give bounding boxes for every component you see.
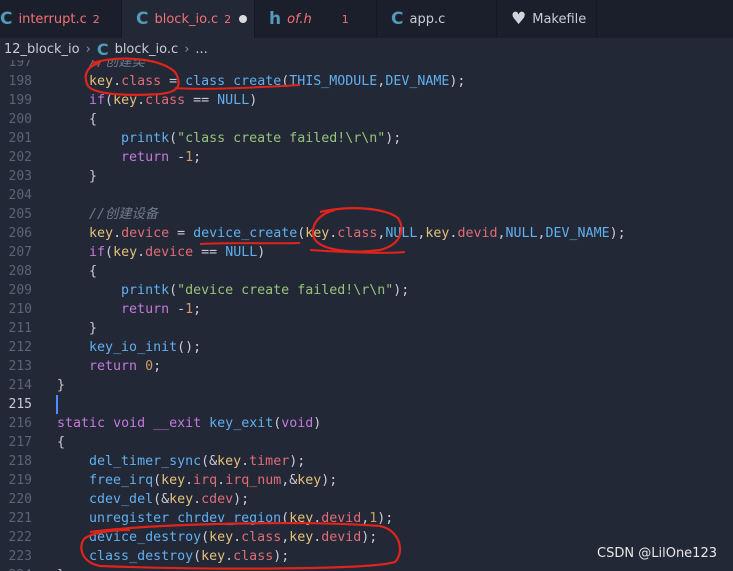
- editor-window: Cinterrupt.c 2 Cblock_io.c 2 h of.h 1 Capp.c ♥ Ma…: [0, 0, 733, 571]
- red-annotation-marks: [80, 57, 406, 570]
- watermark: CSDN @LilOne123: [597, 546, 717, 561]
